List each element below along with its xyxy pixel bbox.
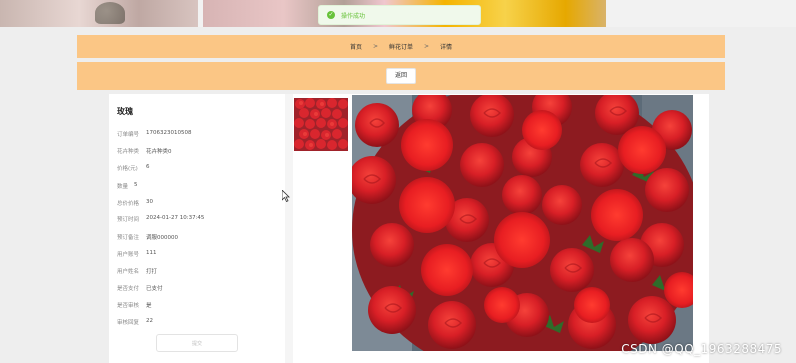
banner-image-1	[0, 0, 198, 27]
breadcrumb-detail: 详情	[440, 44, 453, 51]
field-value: 6	[146, 164, 150, 170]
field-label: 预订备注	[117, 235, 140, 241]
field-row: 预订时间 2024-01-27 10:37:45	[117, 215, 204, 223]
mouse-cursor-icon	[282, 190, 290, 202]
breadcrumb-separator: >	[372, 43, 378, 50]
field-label: 用户姓名	[117, 269, 140, 275]
product-title: 玫瑰	[117, 107, 133, 116]
field-value: 30	[146, 199, 153, 205]
field-row: 预订备注 调服000000	[117, 233, 178, 241]
field-label: 总价价格	[117, 201, 140, 207]
field-value: 1706323010508	[146, 130, 192, 136]
field-row: 是否审核 是	[117, 301, 152, 309]
field-row: 数量 5	[117, 182, 138, 190]
disabled-submit-button[interactable]: 提交	[156, 334, 238, 352]
field-value: 打打	[146, 269, 158, 275]
toast-message: 操作成功	[341, 12, 366, 20]
check-circle-icon: ✓	[327, 11, 335, 19]
breadcrumb-separator: >	[424, 43, 430, 50]
product-image	[352, 95, 693, 351]
field-row: 是否支付 已支付	[117, 284, 163, 292]
field-value: 5	[134, 182, 138, 188]
field-label: 预订时间	[117, 217, 140, 223]
breadcrumb: 首页 > 鲜花订单 > 详情	[77, 35, 725, 58]
field-label: 订单编号	[117, 132, 140, 138]
field-label: 是否支付	[117, 286, 140, 292]
field-value: 调服000000	[146, 235, 178, 241]
field-row: 总价价格 30	[117, 199, 153, 207]
field-label: 审核回复	[117, 320, 140, 326]
field-value: 已支付	[146, 286, 163, 292]
field-row: 用户姓名 打打	[117, 267, 157, 275]
field-row: 价格(元) 6	[117, 164, 150, 172]
field-label: 数量	[117, 184, 129, 190]
breadcrumb-home[interactable]: 首页	[350, 42, 362, 51]
field-value: 111	[146, 250, 157, 256]
field-row: 用户账号 111	[117, 250, 157, 258]
field-row: 审核回复 22	[117, 318, 153, 326]
field-row: 订单编号 1706323010508	[117, 130, 192, 138]
field-value: 22	[146, 318, 153, 324]
back-button[interactable]: 返回	[385, 68, 416, 84]
action-bar: 返回	[77, 62, 725, 90]
field-value: 2024-01-27 10:37:45	[146, 215, 205, 221]
field-row: 花卉种类 花卉种类0	[117, 147, 172, 155]
thumbnail-image[interactable]	[294, 98, 348, 151]
success-toast: ✓ 操作成功	[318, 5, 481, 25]
order-info-panel: 玫瑰 订单编号 1706323010508 花卉种类 花卉种类0 价格(元) 6…	[109, 94, 284, 363]
panel-divider	[285, 94, 293, 363]
watermark: CSDN @QQ_1963288475	[621, 342, 782, 356]
field-label: 用户账号	[117, 252, 140, 258]
field-value: 是	[146, 303, 152, 309]
field-label: 花卉种类	[117, 149, 140, 155]
field-label: 价格(元)	[117, 166, 138, 172]
field-label: 是否审核	[117, 303, 140, 309]
breadcrumb-orders[interactable]: 鲜花订单	[389, 42, 413, 51]
field-value: 花卉种类0	[146, 149, 172, 155]
